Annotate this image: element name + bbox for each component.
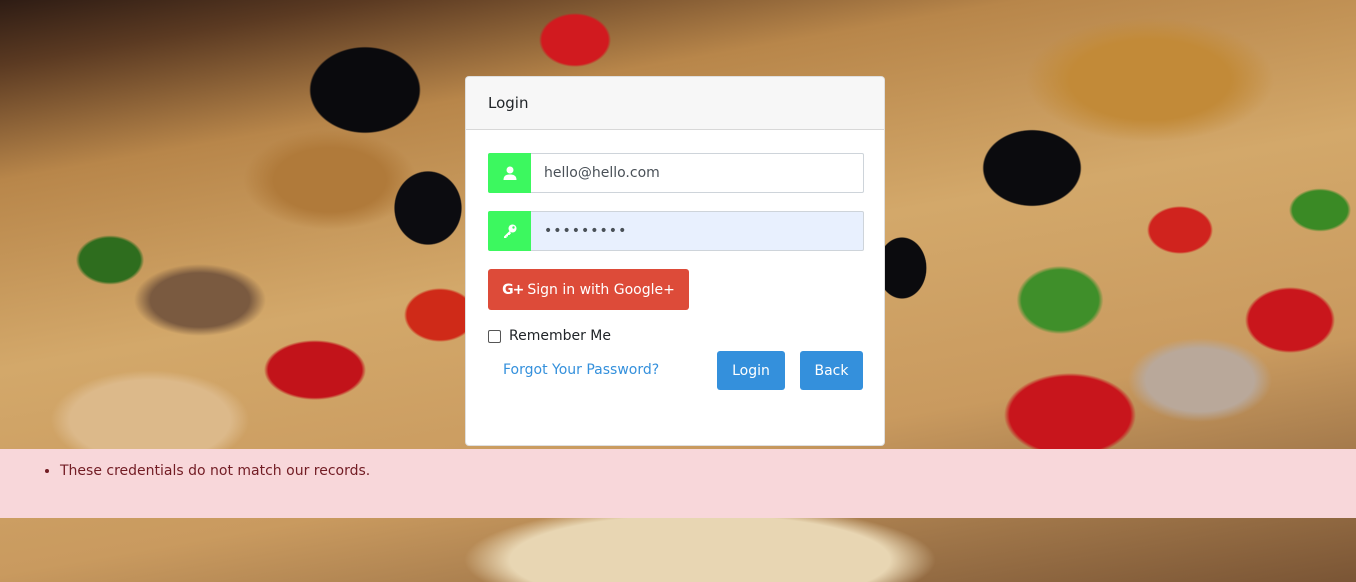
key-icon — [488, 211, 531, 251]
remember-me[interactable]: Remember Me — [488, 328, 611, 344]
error-list: These credentials do not match our recor… — [0, 463, 1356, 479]
login-button[interactable]: Login — [717, 351, 785, 390]
password-field[interactable] — [531, 211, 864, 251]
password-input-group — [488, 211, 864, 251]
card-header: Login — [466, 77, 884, 130]
login-card: Login G+ Sign in with Google+ Remember M… — [465, 76, 885, 446]
error-alert: These credentials do not match our recor… — [0, 449, 1356, 518]
error-item: These credentials do not match our recor… — [60, 463, 1356, 479]
email-field[interactable] — [531, 153, 864, 193]
remember-me-label: Remember Me — [509, 328, 611, 344]
user-icon — [488, 153, 531, 193]
forgot-password-link[interactable]: Forgot Your Password? — [503, 362, 659, 378]
google-signin-label: Sign in with Google+ — [527, 281, 675, 298]
google-signin-button[interactable]: G+ Sign in with Google+ — [488, 269, 689, 310]
card-title: Login — [488, 94, 529, 112]
back-button[interactable]: Back — [800, 351, 863, 390]
google-plus-icon: G+ — [502, 281, 524, 298]
remember-me-checkbox[interactable] — [488, 329, 501, 343]
email-input-group — [488, 153, 864, 193]
